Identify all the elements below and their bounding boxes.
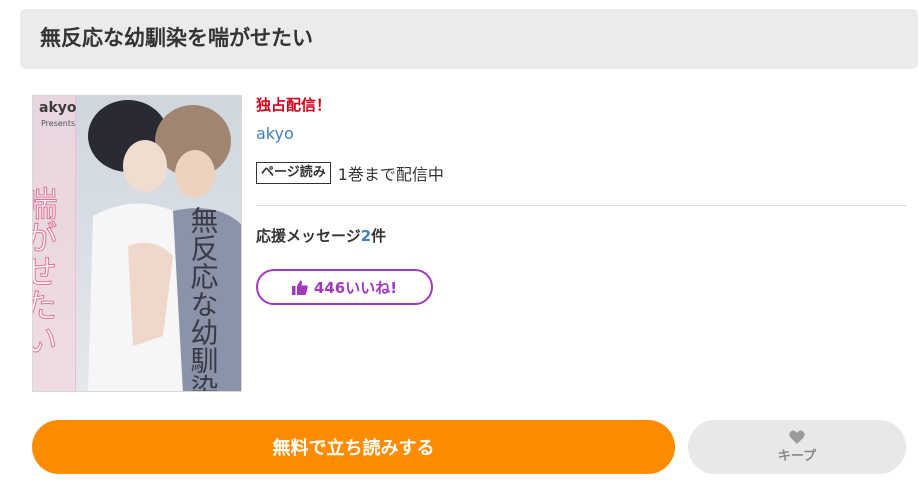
exclusive-badge: 独占配信！	[256, 96, 332, 114]
title-bar: 無反応な幼馴染を喘がせたい	[20, 9, 918, 69]
cheer-suffix: 件	[371, 227, 387, 245]
like-button[interactable]: 446いいね!	[256, 269, 433, 305]
cover-image[interactable]: akyo Presents 喘がせたい 無反応な幼馴染を	[32, 95, 242, 392]
cover-vertical-title-bottom: 無反応な幼馴染を	[187, 206, 220, 392]
format-row: ページ読み 1巻まで配信中	[256, 161, 444, 185]
cover-author-mark: akyo	[39, 100, 77, 116]
cover-vertical-title-top: 喘がせたい	[33, 186, 57, 356]
keep-button[interactable]: キープ	[688, 420, 906, 474]
format-tag: ページ読み	[256, 162, 331, 184]
divider	[256, 205, 906, 206]
cheer-messages-link[interactable]: 応援メッセージ2件	[256, 226, 386, 246]
cover-presents: Presents	[41, 119, 75, 128]
format-status: 1巻まで配信中	[337, 165, 444, 184]
author-link[interactable]: akyo	[256, 124, 294, 144]
heart-icon	[789, 430, 805, 444]
cheer-count: 2	[360, 227, 372, 245]
free-preview-label: 無料で立ち読みする	[272, 438, 435, 459]
like-label: 446いいね!	[313, 278, 398, 297]
thumbs-up-icon	[291, 280, 308, 295]
cheer-prefix: 応援メッセージ	[256, 227, 361, 245]
free-preview-button[interactable]: 無料で立ち読みする	[32, 420, 675, 474]
keep-label: キープ	[777, 449, 817, 464]
page-title: 無反応な幼馴染を喘がせたい	[40, 26, 313, 50]
cover-illustration: akyo Presents 喘がせたい 無反応な幼馴染を	[33, 96, 241, 392]
